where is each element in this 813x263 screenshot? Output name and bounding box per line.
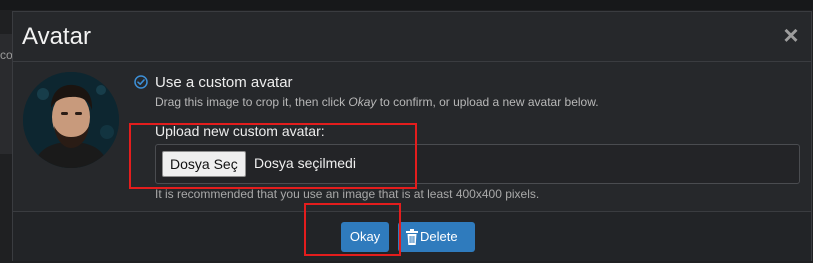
dialog-body: Use a custom avatar Drag this image to c… xyxy=(13,62,811,212)
avatar-dialog: Avatar × Use a custom avatar Drag this i… xyxy=(12,11,812,261)
dialog-footer: Okay Delete xyxy=(13,211,811,261)
file-input[interactable]: Dosya Seç Dosya seçilmedi xyxy=(155,144,800,184)
dialog-header: Avatar × xyxy=(13,12,811,62)
upload-hint: It is recommended that you use an image … xyxy=(155,187,540,201)
upload-label: Upload new custom avatar: xyxy=(155,123,325,139)
close-icon[interactable]: × xyxy=(779,22,803,50)
choose-file-button[interactable]: Dosya Seç xyxy=(162,151,246,177)
okay-button[interactable]: Okay xyxy=(341,222,389,252)
trash-icon xyxy=(406,229,418,245)
avatar-image[interactable] xyxy=(23,72,119,168)
radio-checked-icon[interactable] xyxy=(134,75,148,89)
backdrop-top-strip xyxy=(0,0,813,10)
backdrop-left-text: co xyxy=(0,48,13,62)
dialog-title: Avatar xyxy=(22,23,91,50)
avatar-portrait xyxy=(23,72,119,168)
delete-button[interactable]: Delete xyxy=(398,222,475,252)
no-file-status: Dosya seçilmedi xyxy=(254,155,356,171)
custom-avatar-description: Drag this image to crop it, then click O… xyxy=(155,95,599,109)
delete-label: Delete xyxy=(420,229,458,244)
backdrop-left-panel: co xyxy=(0,34,13,154)
custom-avatar-option-label[interactable]: Use a custom avatar xyxy=(155,74,293,91)
